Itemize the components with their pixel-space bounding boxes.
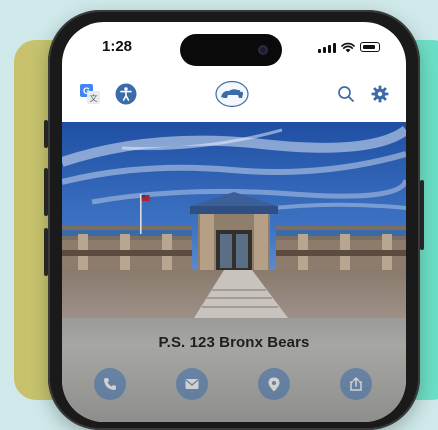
battery-icon [360, 42, 380, 52]
cellular-signal-icon [318, 42, 336, 53]
call-button[interactable] [94, 368, 126, 400]
school-photo-illustration [62, 122, 406, 318]
quick-actions [94, 368, 374, 408]
share-icon [350, 377, 362, 391]
bear-logo-icon [215, 80, 249, 108]
school-building-photo [62, 122, 406, 318]
accessibility-button[interactable] [112, 80, 140, 108]
front-camera [258, 45, 268, 55]
school-name: P.S. 123 Bronx Bears [158, 334, 310, 351]
share-button[interactable] [340, 368, 372, 400]
wifi-icon [341, 42, 355, 52]
search-button[interactable] [332, 80, 360, 108]
status-bar: 1:28 [62, 22, 406, 72]
mail-icon [185, 379, 199, 389]
translate-button[interactable]: G 文 [76, 80, 104, 108]
settings-button[interactable] [366, 80, 394, 108]
phone-screen: 1:28 G 文 P.S. 123 Bronx Bears [62, 22, 406, 422]
phone-icon [104, 378, 116, 390]
search-icon [338, 86, 354, 102]
dynamic-island [180, 34, 282, 66]
email-button[interactable] [176, 368, 208, 400]
app-header: G 文 [62, 72, 406, 120]
status-icons [318, 40, 380, 54]
directions-button[interactable] [258, 368, 290, 400]
svg-text:文: 文 [90, 93, 98, 103]
location-pin-icon [268, 377, 280, 391]
school-logo[interactable] [214, 78, 250, 110]
translate-icon: G 文 [80, 84, 100, 104]
status-time: 1:28 [102, 38, 133, 55]
phone-power-button [420, 180, 424, 250]
settings-gear-icon [371, 85, 389, 103]
accessibility-icon [115, 83, 137, 105]
